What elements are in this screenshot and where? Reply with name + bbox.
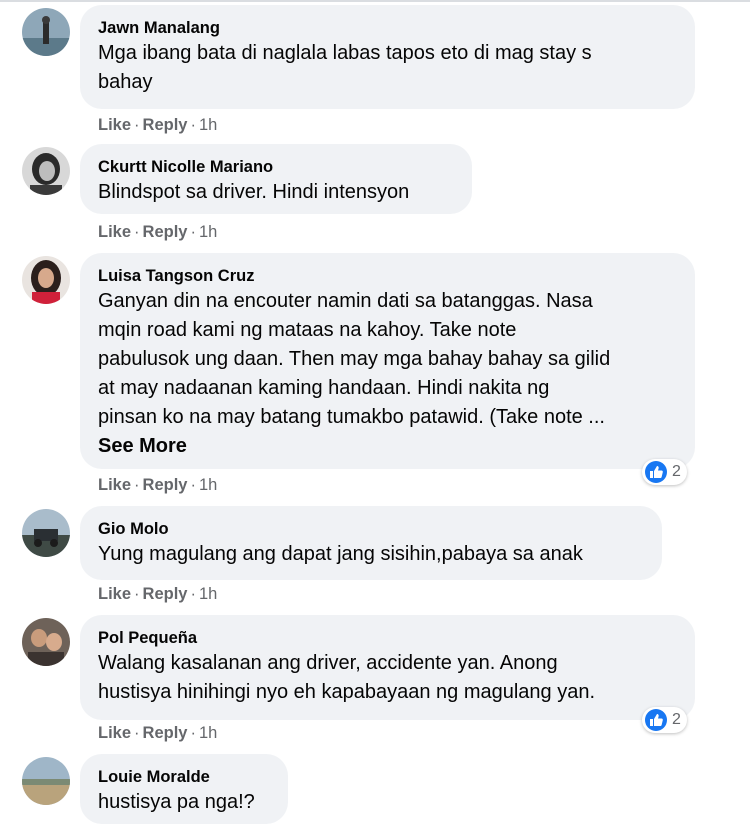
- reply-button[interactable]: Reply: [143, 476, 188, 494]
- comment-text-line: pinsan ko na may batang tumakbo patawid.…: [98, 406, 605, 428]
- like-button[interactable]: Like: [98, 116, 131, 134]
- reaction-badge[interactable]: 2: [642, 459, 687, 485]
- comment-bubble: Pol Pequeña Walang kasalanan ang driver,…: [80, 615, 695, 720]
- comment-text-line: mqin road kami ng mataas na kahoy. Take …: [98, 319, 517, 341]
- avatar[interactable]: [22, 757, 70, 805]
- comment-text-line: hustisya hinihingi nyo eh kapabayaan ng …: [98, 681, 596, 703]
- avatar[interactable]: [22, 509, 70, 557]
- comment-text-line: at may nadaanan kaming handaan. Hindi na…: [98, 377, 550, 399]
- separator: ·: [134, 585, 140, 603]
- like-icon: [645, 709, 667, 731]
- like-button[interactable]: Like: [98, 476, 131, 494]
- top-divider: [0, 0, 750, 2]
- separator: ·: [190, 724, 196, 742]
- like-button[interactable]: Like: [98, 585, 131, 603]
- comment-actions: Like · Reply · 1h: [98, 584, 217, 604]
- comment-text-line: Blindspot sa driver. Hindi intensyon: [98, 181, 410, 203]
- comment-text-line: pabulusok ung daan. Then may mga bahay b…: [98, 348, 611, 370]
- comment-actions: Like · Reply · 1h: [98, 475, 217, 495]
- avatar[interactable]: [22, 618, 70, 666]
- comment-author[interactable]: Louie Moralde: [98, 766, 270, 788]
- comment-author[interactable]: Ckurtt Nicolle Mariano: [98, 156, 454, 178]
- separator: ·: [190, 223, 196, 241]
- reaction-count: 2: [672, 711, 681, 728]
- comment-bubble: Gio Molo Yung magulang ang dapat jang si…: [80, 506, 662, 580]
- timestamp[interactable]: 1h: [199, 116, 217, 134]
- comment-text-line: Ganyan din na encouter namin dati sa bat…: [98, 290, 593, 312]
- comment-actions: Like · Reply · 1h: [98, 222, 217, 242]
- reply-button[interactable]: Reply: [143, 724, 188, 742]
- comment-bubble: Louie Moralde hustisya pa nga!?: [80, 754, 288, 824]
- reaction-count: 2: [672, 463, 681, 480]
- reply-button[interactable]: Reply: [143, 585, 188, 603]
- see-more-link[interactable]: See More: [98, 432, 677, 461]
- comment-bubble: Ckurtt Nicolle Mariano Blindspot sa driv…: [80, 144, 472, 214]
- separator: ·: [134, 223, 140, 241]
- comment-text-line: bahay: [98, 71, 153, 93]
- comment-text-line: Yung magulang ang dapat jang sisihin,pab…: [98, 543, 583, 565]
- comment-actions: Like · Reply · 1h: [98, 723, 217, 743]
- timestamp[interactable]: 1h: [199, 585, 217, 603]
- separator: ·: [190, 116, 196, 134]
- timestamp[interactable]: 1h: [199, 476, 217, 494]
- separator: ·: [134, 476, 140, 494]
- like-button[interactable]: Like: [98, 724, 131, 742]
- comment-bubble: Luisa Tangson Cruz Ganyan din na encoute…: [80, 253, 695, 469]
- separator: ·: [134, 724, 140, 742]
- reaction-badge[interactable]: 2: [642, 707, 687, 733]
- like-button[interactable]: Like: [98, 223, 131, 241]
- timestamp[interactable]: 1h: [199, 724, 217, 742]
- comment-text-line: Walang kasalanan ang driver, accidente y…: [98, 652, 558, 674]
- comment-text-line: hustisya pa nga!?: [98, 791, 255, 813]
- comment-actions: Like · Reply · 1h: [98, 115, 217, 135]
- reply-button[interactable]: Reply: [143, 223, 188, 241]
- avatar[interactable]: [22, 147, 70, 195]
- separator: ·: [134, 116, 140, 134]
- separator: ·: [190, 476, 196, 494]
- separator: ·: [190, 585, 196, 603]
- comment-author[interactable]: Gio Molo: [98, 518, 644, 540]
- like-icon: [645, 461, 667, 483]
- reply-button[interactable]: Reply: [143, 116, 188, 134]
- comment-text-line: Mga ibang bata di naglala labas tapos et…: [98, 42, 592, 64]
- avatar[interactable]: [22, 256, 70, 304]
- timestamp[interactable]: 1h: [199, 223, 217, 241]
- comment-author[interactable]: Jawn Manalang: [98, 17, 677, 39]
- avatar[interactable]: [22, 8, 70, 56]
- comment-author[interactable]: Pol Pequeña: [98, 627, 677, 649]
- comment-bubble: Jawn Manalang Mga ibang bata di naglala …: [80, 5, 695, 109]
- comment-author[interactable]: Luisa Tangson Cruz: [98, 265, 677, 287]
